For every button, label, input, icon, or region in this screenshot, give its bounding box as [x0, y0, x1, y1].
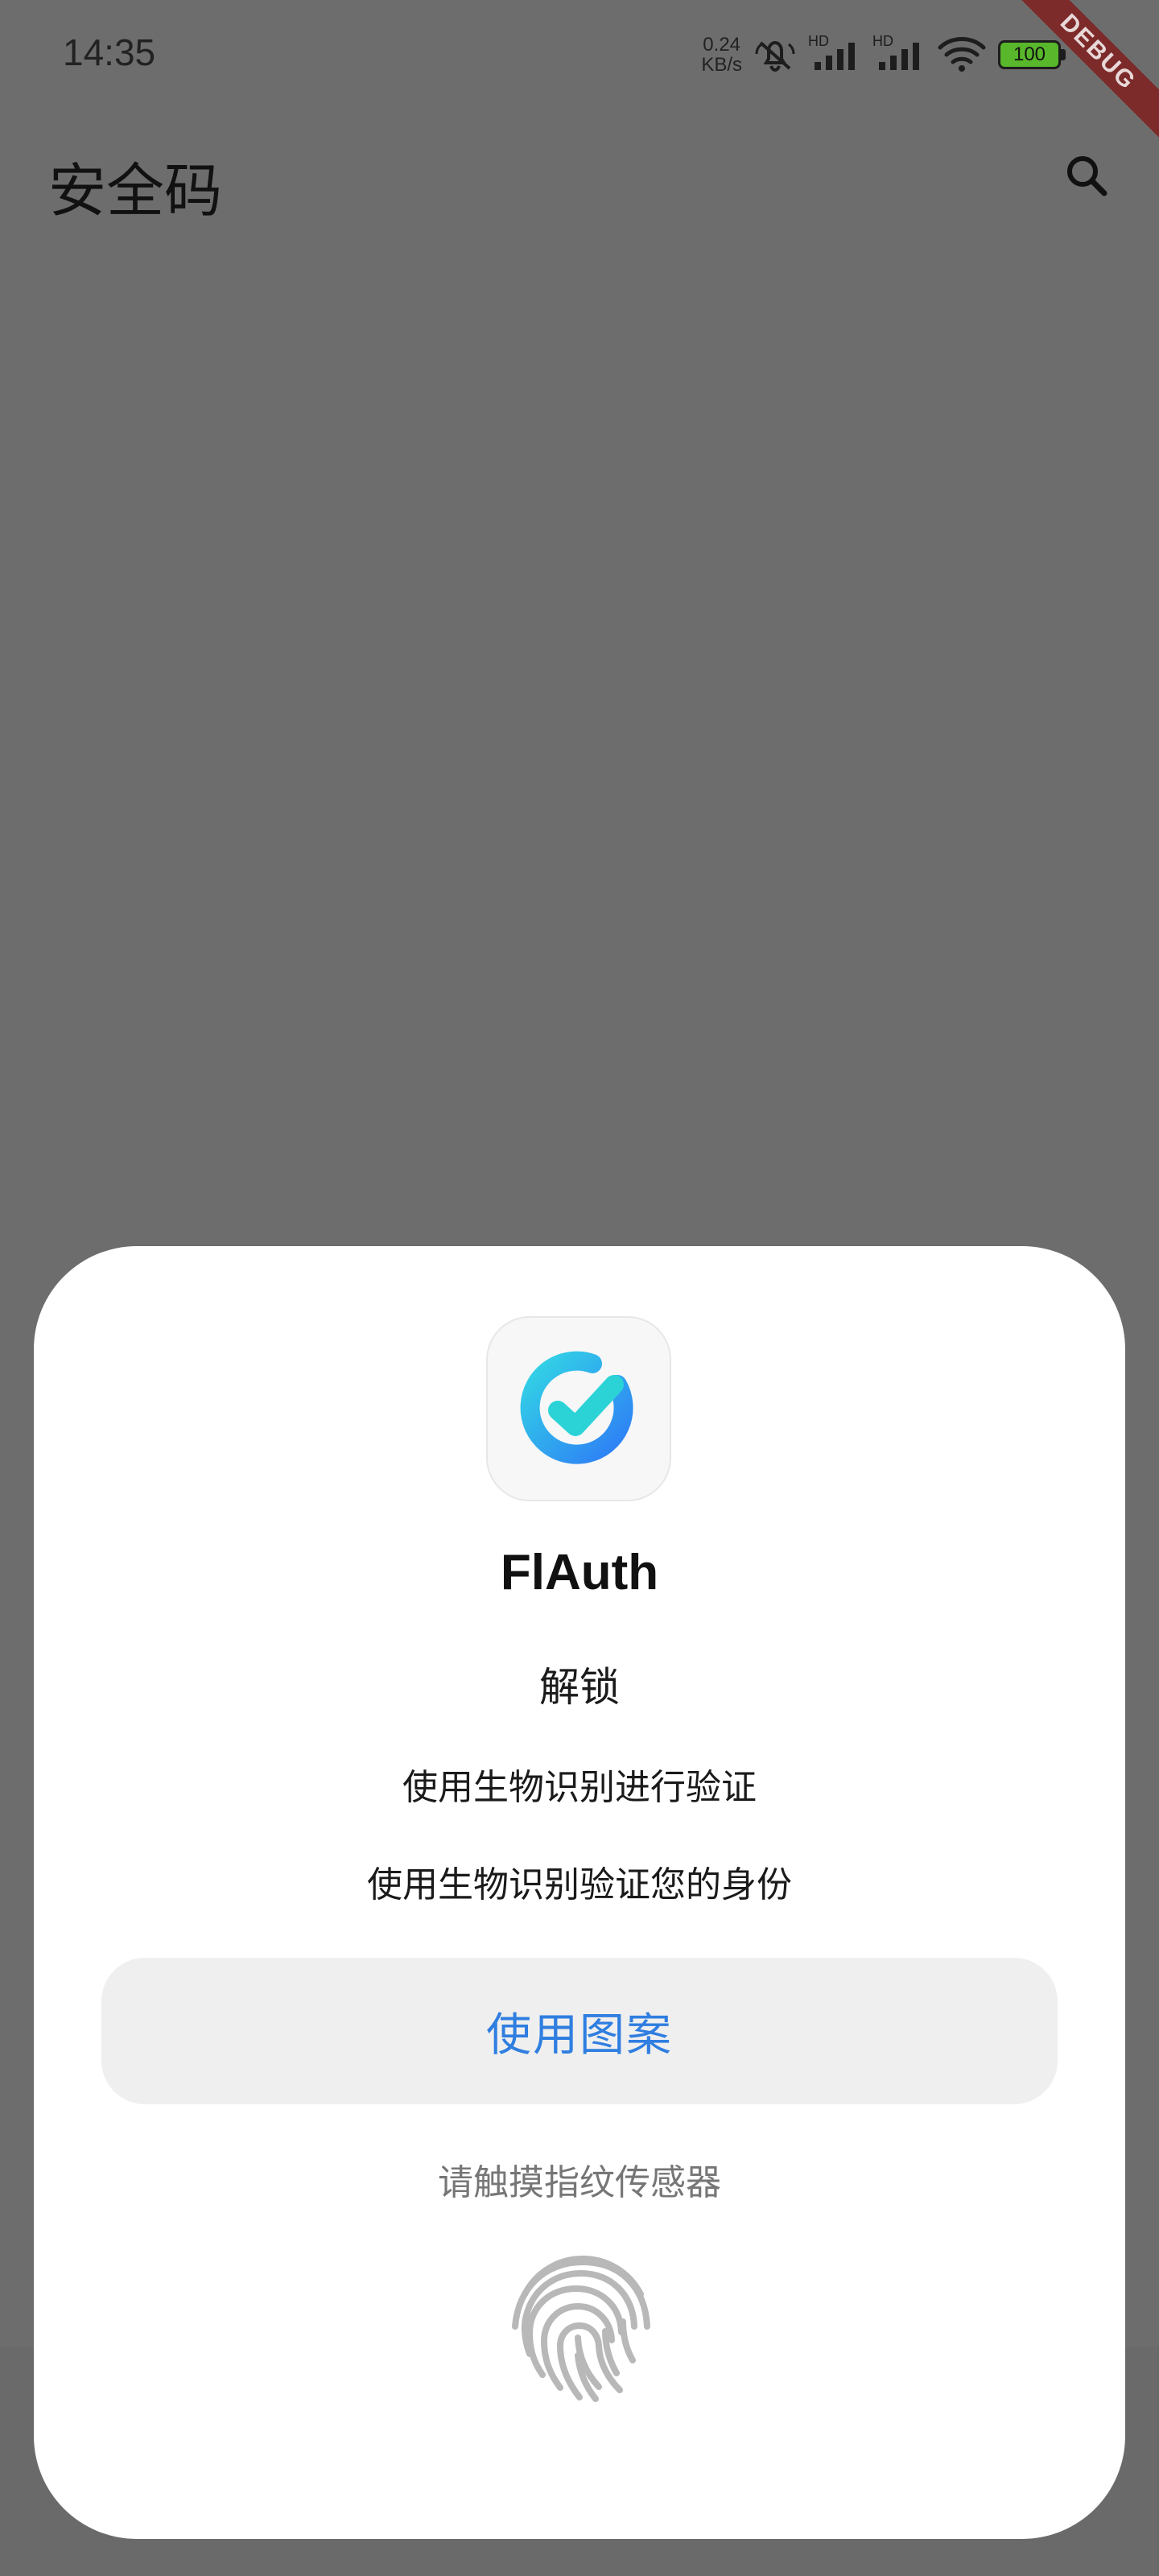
- dialog-description: 使用生物识别验证您的身份: [367, 1864, 792, 1905]
- app-name: FlAuth: [500, 1545, 659, 1600]
- status-bar: 14:35 0.24 KB/s HD HD 100 DEBUG: [0, 0, 1159, 150]
- use-pattern-button[interactable]: 使用图案: [101, 1958, 1058, 2104]
- signal-bars-icon: [815, 43, 855, 70]
- network-speed-unit: KB/s: [701, 54, 742, 76]
- signal-strength-2: HD: [872, 33, 926, 76]
- battery-body: 100: [998, 40, 1061, 69]
- battery-level: 100: [1013, 43, 1046, 65]
- mute-bell-icon: [755, 40, 795, 72]
- search-button[interactable]: [1053, 142, 1120, 209]
- fingerprint-sensor-hint: 请触摸指纹传感器: [438, 2162, 721, 2203]
- network-speed-value: 0.24: [703, 34, 741, 56]
- signal-bars-icon: [879, 43, 919, 70]
- wifi-icon: [938, 37, 986, 72]
- battery-cap: [1061, 49, 1066, 60]
- fingerprint-icon[interactable]: [496, 2238, 665, 2407]
- search-icon: [1067, 156, 1107, 196]
- app-bar: 安全码: [0, 105, 1159, 250]
- dialog-title: 解锁: [539, 1664, 620, 1711]
- signal-strength-1: HD: [808, 33, 861, 76]
- network-speed: 0.24 KB/s: [701, 35, 742, 75]
- status-time: 14:35: [63, 31, 156, 73]
- app-logo: [486, 1316, 671, 1501]
- biometric-auth-dialog: FlAuth 解锁 使用生物识别进行验证 使用生物识别验证您的身份 使用图案 请…: [34, 1246, 1125, 2539]
- status-icons: 0.24 KB/s HD HD 100: [701, 32, 1069, 77]
- check-circle-logo-icon: [520, 1351, 633, 1464]
- battery-indicator: 100: [998, 39, 1069, 71]
- page-title: 安全码: [48, 157, 223, 225]
- dialog-subtitle: 使用生物识别进行验证: [402, 1767, 757, 1808]
